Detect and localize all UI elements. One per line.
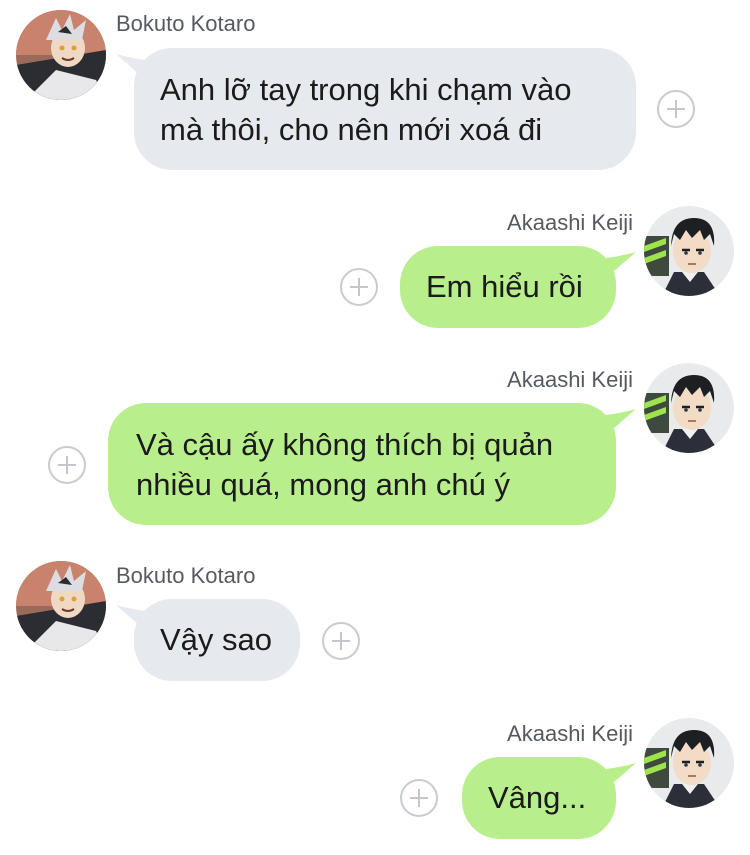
message-line: Em hiểu rồi bbox=[426, 269, 583, 304]
message-row: Akaashi Keiji Vâng... bbox=[0, 710, 750, 855]
plus-circle-icon[interactable] bbox=[657, 90, 695, 128]
plus-circle-icon[interactable] bbox=[322, 622, 360, 660]
message-bubble[interactable]: Vậy sao bbox=[134, 599, 300, 681]
message-bubble[interactable]: Em hiểu rồi bbox=[400, 246, 616, 328]
avatar[interactable] bbox=[644, 363, 734, 453]
sender-name: Akaashi Keiji bbox=[507, 210, 633, 235]
message-row: Bokuto Kotaro Vậy sao bbox=[0, 555, 750, 695]
message-bubble[interactable]: Vâng... bbox=[462, 757, 616, 839]
message-row: Bokuto Kotaro Anh lỡ tay trong khi chạm … bbox=[0, 0, 750, 180]
message-line: nhiều quá, mong anh chú ý bbox=[136, 467, 510, 502]
sender-name: Akaashi Keiji bbox=[507, 721, 633, 746]
avatar[interactable] bbox=[644, 206, 734, 296]
message-line: mà thôi, cho nên mới xoá đi bbox=[160, 112, 543, 147]
message-line: Anh lỡ tay trong khi chạm vào bbox=[160, 72, 572, 107]
avatar[interactable] bbox=[644, 718, 734, 808]
avatar[interactable] bbox=[16, 561, 106, 651]
plus-circle-icon[interactable] bbox=[340, 268, 378, 306]
message-bubble[interactable]: Và cậu ấy không thích bị quản nhiều quá,… bbox=[108, 403, 616, 525]
message-line: Vâng... bbox=[488, 780, 587, 815]
message-line: Vậy sao bbox=[160, 622, 273, 657]
plus-circle-icon[interactable] bbox=[48, 446, 86, 484]
message-line: Và cậu ấy không thích bị quản bbox=[136, 427, 554, 462]
message-row: Akaashi Keiji Và cậu ấy không thích bị q… bbox=[0, 355, 750, 535]
plus-circle-icon[interactable] bbox=[400, 779, 438, 817]
message-row: Akaashi Keiji Em hiểu rồi bbox=[0, 200, 750, 340]
sender-name: Akaashi Keiji bbox=[507, 367, 633, 392]
sender-name: Bokuto Kotaro bbox=[116, 11, 256, 36]
avatar[interactable] bbox=[16, 10, 106, 100]
message-bubble[interactable]: Anh lỡ tay trong khi chạm vào mà thôi, c… bbox=[134, 48, 636, 170]
sender-name: Bokuto Kotaro bbox=[116, 563, 256, 588]
